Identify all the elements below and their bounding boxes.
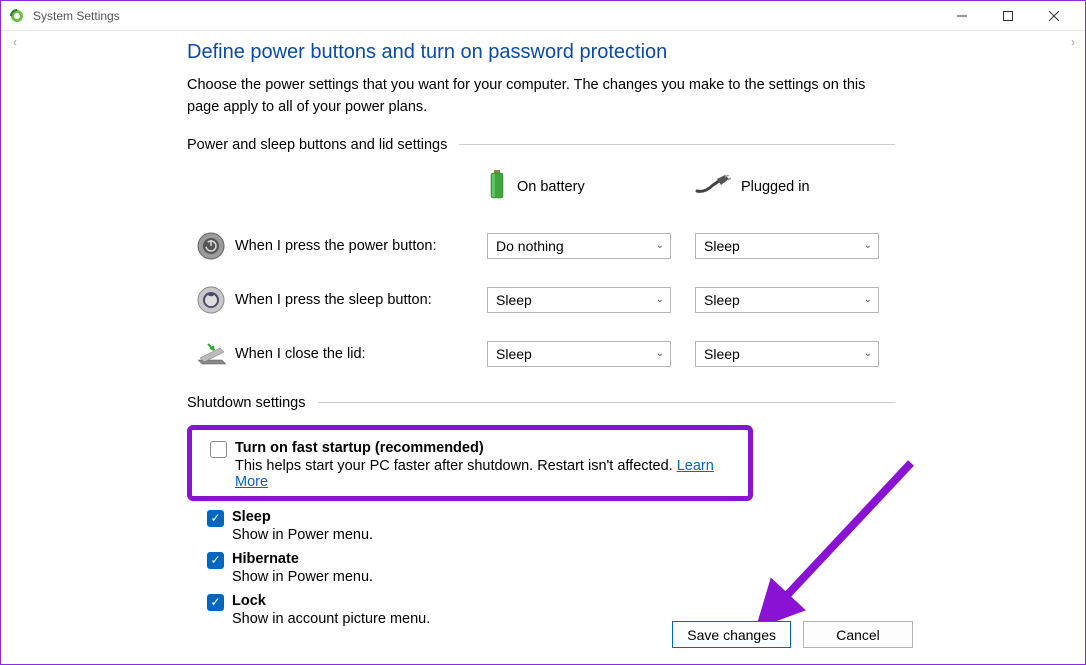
checkbox-lock[interactable] [207,594,224,611]
chevron-down-icon: ⌄ [864,294,872,305]
select-lid-battery[interactable]: Sleep ⌄ [487,341,671,367]
maximize-button[interactable] [985,2,1031,30]
select-sleep-plugged-value: Sleep [704,292,740,308]
select-power-battery[interactable]: Do nothing ⌄ [487,233,671,259]
checkbox-hibernate[interactable] [207,552,224,569]
fast-startup-sub: This helps start your PC faster after sh… [235,458,746,490]
row-power-button: When I press the power button: Do nothin… [187,219,895,273]
option-hibernate: Hibernate Show in Power menu. [187,545,901,587]
option-sleep: Sleep Show in Power menu. [187,503,901,545]
page-description: Choose the power settings that you want … [187,74,867,119]
cancel-button[interactable]: Cancel [803,621,913,648]
select-sleep-battery[interactable]: Sleep ⌄ [487,287,671,313]
chevron-down-icon: ⌄ [864,240,872,251]
section-shutdown-label: Shutdown settings [187,395,318,411]
column-plugged-in: Plugged in [695,175,891,199]
select-power-battery-value: Do nothing [496,238,564,254]
hibernate-title: Hibernate [232,551,373,567]
lid-icon [187,340,235,368]
chevron-down-icon: ⌄ [656,348,664,359]
column-on-battery: On battery [487,170,683,204]
fast-startup-title: Turn on fast startup (recommended) [235,440,746,456]
save-changes-button[interactable]: Save changes [672,621,791,648]
lock-title: Lock [232,593,430,609]
lock-sub: Show in account picture menu. [232,611,430,627]
row-sleep-label: When I press the sleep button: [235,292,487,308]
app-icon [9,8,25,24]
section-power-header: Power and sleep buttons and lid settings [187,137,895,153]
col-plugged-label: Plugged in [741,179,810,195]
option-fast-startup: Turn on fast startup (recommended) This … [194,434,746,492]
row-lid-label: When I close the lid: [235,346,487,362]
row-sleep-button: When I press the sleep button: Sleep ⌄ S… [187,273,895,327]
col-battery-label: On battery [517,179,585,195]
hibernate-sub: Show in Power menu. [232,569,373,585]
close-button[interactable] [1031,2,1077,30]
row-power-label: When I press the power button: [235,238,487,254]
battery-icon [487,170,507,204]
select-sleep-plugged[interactable]: Sleep ⌄ [695,287,879,313]
sleep-sub: Show in Power menu. [232,527,373,543]
select-lid-plugged[interactable]: Sleep ⌄ [695,341,879,367]
page-heading: Define power buttons and turn on passwor… [187,41,901,64]
select-sleep-battery-value: Sleep [496,292,532,308]
section-power-label: Power and sleep buttons and lid settings [187,137,459,153]
sleep-button-icon [187,285,235,315]
minimize-button[interactable] [939,2,985,30]
plug-icon [695,175,731,199]
select-lid-plugged-value: Sleep [704,346,740,362]
select-power-plugged-value: Sleep [704,238,740,254]
chevron-down-icon: ⌄ [656,240,664,251]
checkbox-fast-startup[interactable] [210,441,227,458]
fast-startup-sub-text: This helps start your PC faster after sh… [235,458,673,474]
chevron-down-icon: ⌄ [864,348,872,359]
section-shutdown-header: Shutdown settings [187,395,895,411]
highlight-annotation: Turn on fast startup (recommended) This … [187,425,753,501]
row-lid: When I close the lid: Sleep ⌄ Sleep ⌄ [187,327,895,381]
power-button-icon [187,231,235,261]
sleep-title: Sleep [232,509,373,525]
forward-chevron[interactable]: › [1065,35,1081,49]
back-chevron[interactable]: ‹ [7,35,23,49]
chevron-down-icon: ⌄ [656,294,664,305]
select-power-plugged[interactable]: Sleep ⌄ [695,233,879,259]
select-lid-battery-value: Sleep [496,346,532,362]
checkbox-sleep[interactable] [207,510,224,527]
titlebar: System Settings [1,1,1085,31]
window-title: System Settings [33,9,120,23]
